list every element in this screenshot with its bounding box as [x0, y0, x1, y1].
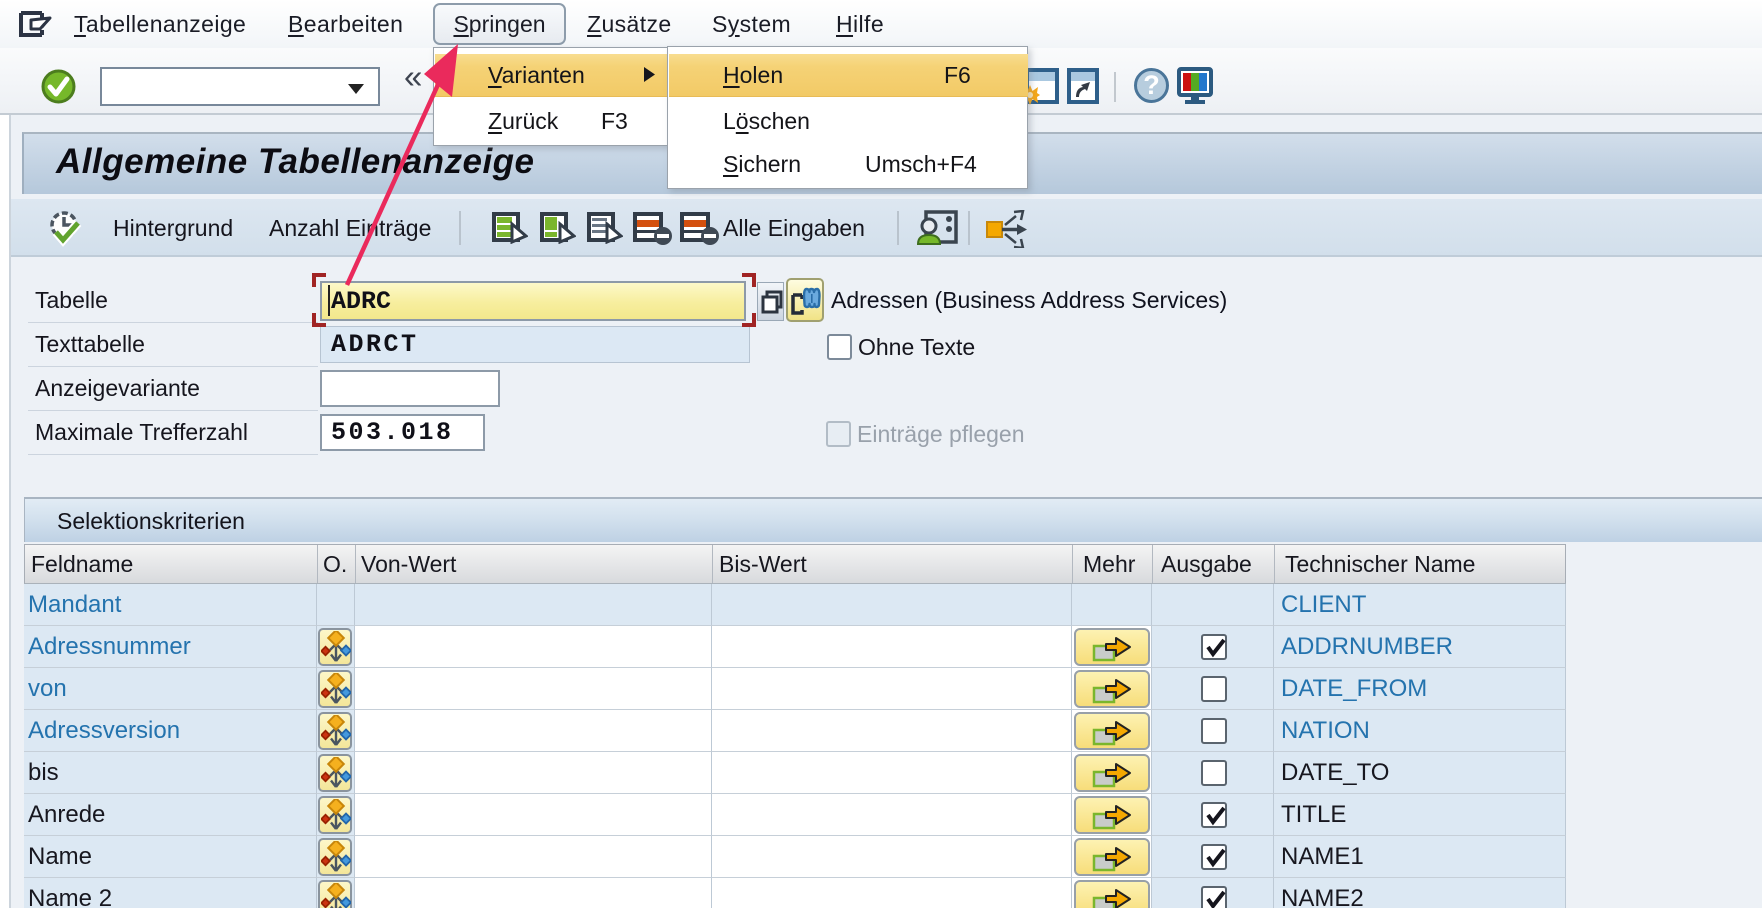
- svg-text:?: ?: [1143, 70, 1160, 100]
